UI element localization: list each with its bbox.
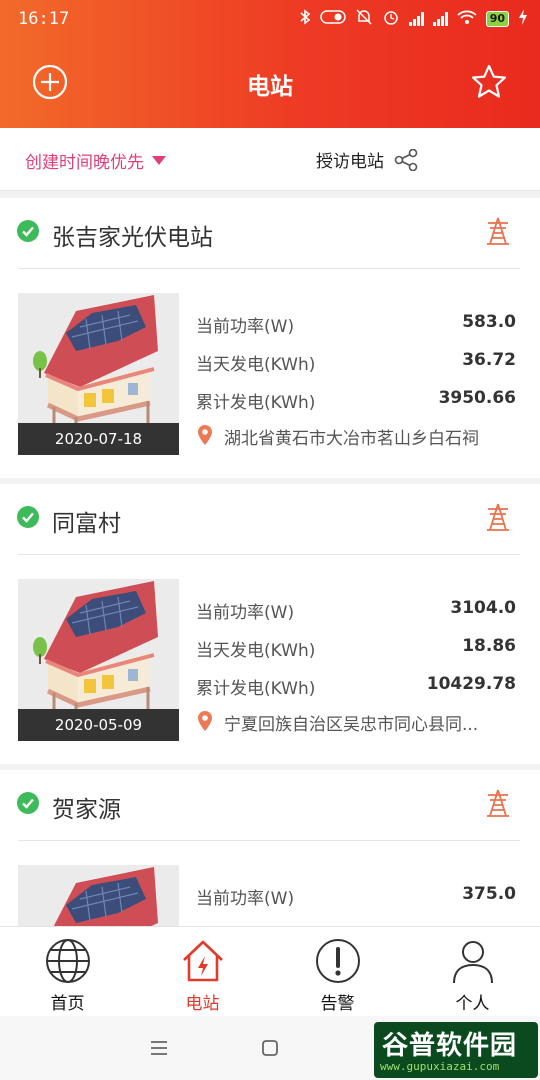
- signal-icon-2: [432, 12, 448, 26]
- home-square-icon[interactable]: [261, 1039, 279, 1057]
- station-card-header: 贺家源: [0, 770, 540, 841]
- station-address-text: 湖北省黄石市大冶市茗山乡白石祠: [224, 429, 479, 449]
- metric-power-value: 3104.0: [450, 598, 516, 618]
- online-check-icon: [17, 220, 39, 242]
- star-icon: [471, 64, 507, 98]
- station-thumbnail[interactable]: 2020-05-09: [18, 579, 179, 741]
- metric-total-value: 10429.78: [426, 674, 516, 694]
- nav-profile[interactable]: 个人: [405, 927, 540, 1017]
- divider: [18, 554, 520, 555]
- nav-alarm[interactable]: 告警: [270, 927, 405, 1017]
- filter-bar: 创建时间晚优先 授访电站: [0, 128, 540, 191]
- share-icon: [394, 148, 418, 171]
- sort-label: 创建时间晚优先: [25, 153, 144, 173]
- status-icons: 90: [299, 8, 528, 30]
- house-bolt-icon: [183, 940, 223, 982]
- station-date: 2020-05-09: [18, 709, 179, 741]
- metric-today: 当天发电(KWh) 18.86: [196, 632, 516, 662]
- bottom-navigation: 首页 电站 告警 个人: [0, 926, 540, 1017]
- nav-station-label: 电站: [185, 994, 220, 1014]
- battery-indicator: 90: [485, 11, 509, 27]
- station-card[interactable]: 同富村 2020-05-09 当前功率(W) 3104.0 当天发电(KWh) …: [0, 484, 540, 764]
- metric-total: 累计发电(KWh) 3950.66: [196, 384, 516, 414]
- station-address: 湖北省黄石市大冶市茗山乡白石祠: [196, 422, 516, 450]
- visit-label: 授访电站: [316, 152, 384, 172]
- metric-today-value: 18.86: [462, 636, 516, 656]
- station-name: 贺家源: [52, 797, 121, 823]
- metric-today: 当天发电(KWh) 36.72: [196, 346, 516, 376]
- watermark-main: 谷普软件园: [382, 1031, 518, 1061]
- metric-power-label: 当前功率(W): [196, 889, 295, 909]
- charging-icon: [518, 9, 528, 29]
- metric-power: 当前功率(W) 583.0: [196, 308, 516, 338]
- status-time: 16:17: [18, 9, 70, 29]
- metric-total-label: 累计发电(KWh): [196, 679, 316, 699]
- station-card[interactable]: 贺家源 当前功率(W) 375.0: [0, 770, 540, 926]
- online-check-icon: [17, 792, 39, 814]
- metric-today-label: 当天发电(KWh): [196, 641, 316, 661]
- menu-icon[interactable]: [150, 1040, 168, 1056]
- metric-total: 累计发电(KWh) 10429.78: [196, 670, 516, 700]
- metric-power-value: 583.0: [462, 312, 516, 332]
- wifi-icon: [457, 9, 477, 29]
- alarm-clock-icon: [382, 8, 400, 30]
- nav-station[interactable]: 电站: [135, 927, 270, 1017]
- site-watermark: 谷普软件园 www.gupuxiazai.com: [374, 1022, 538, 1078]
- app-header: 16:17 90 电站: [0, 0, 540, 128]
- station-card-header: 张吉家光伏电站: [0, 198, 540, 269]
- favorite-button[interactable]: [470, 63, 508, 101]
- location-pin-icon: [198, 711, 212, 731]
- metric-today-value: 36.72: [462, 350, 516, 370]
- nav-home-label: 首页: [50, 994, 85, 1014]
- power-tower-icon[interactable]: [485, 216, 511, 246]
- metric-power: 当前功率(W) 375.0: [196, 880, 516, 910]
- station-thumbnail[interactable]: 2020-07-18: [18, 293, 179, 455]
- metric-power-label: 当前功率(W): [196, 603, 295, 623]
- station-date: 2020-07-18: [18, 423, 179, 455]
- metric-power: 当前功率(W) 3104.0: [196, 594, 516, 624]
- bluetooth-icon: [299, 9, 311, 29]
- divider: [18, 840, 520, 841]
- power-tower-icon[interactable]: [485, 788, 511, 818]
- power-tower-icon[interactable]: [485, 502, 511, 532]
- nav-profile-label: 个人: [455, 994, 490, 1014]
- station-card-header: 同富村: [0, 484, 540, 555]
- sort-dropdown[interactable]: 创建时间晚优先: [25, 148, 166, 173]
- watermark-sub: www.gupuxiazai.com: [380, 1060, 500, 1073]
- signal-icon: [408, 12, 424, 26]
- metric-power-label: 当前功率(W): [196, 317, 295, 337]
- mute-bell-icon: [355, 8, 373, 30]
- station-thumbnail[interactable]: [18, 865, 179, 926]
- location-pin-icon: [198, 425, 212, 445]
- title-bar: 电站: [0, 40, 540, 128]
- nav-home[interactable]: 首页: [0, 927, 135, 1017]
- globe-icon: [46, 939, 90, 983]
- station-card[interactable]: 张吉家光伏电站 2020-07-18 当前功率(W) 583.0 当天发电(KW…: [0, 198, 540, 478]
- page-title: 电站: [247, 74, 293, 100]
- station-name: 张吉家光伏电站: [52, 225, 213, 251]
- status-bar: 16:17 90: [0, 0, 540, 40]
- divider: [18, 268, 520, 269]
- vibrate-icon: [319, 10, 346, 28]
- online-check-icon: [17, 506, 39, 528]
- house-solar-image: [18, 865, 179, 926]
- metric-today-label: 当天发电(KWh): [196, 355, 316, 375]
- nav-alarm-label: 告警: [320, 994, 355, 1014]
- caret-down-icon: [152, 156, 166, 165]
- metric-total-value: 3950.66: [438, 388, 516, 408]
- metric-total-label: 累计发电(KWh): [196, 393, 316, 413]
- metric-power-value: 375.0: [462, 884, 516, 904]
- alert-circle-icon: [316, 939, 360, 983]
- visit-station-button[interactable]: 授访电站: [316, 147, 418, 172]
- station-name: 同富村: [52, 511, 121, 537]
- station-address-text: 宁夏回族自治区吴忠市同心县同...: [224, 715, 479, 735]
- station-address: 宁夏回族自治区吴忠市同心县同...: [196, 708, 516, 736]
- user-icon: [453, 941, 493, 984]
